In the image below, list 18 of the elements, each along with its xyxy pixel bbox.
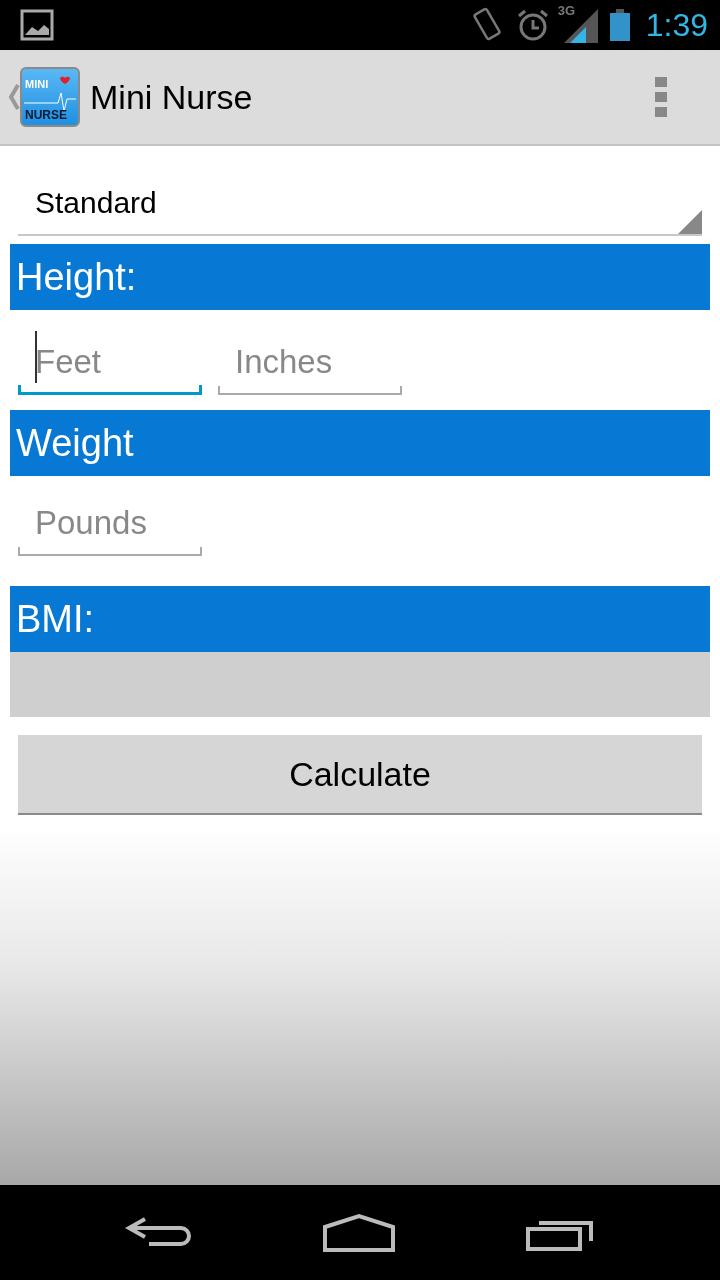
logo-text: NURSE [25, 109, 68, 121]
unit-dropdown[interactable]: Standard [18, 172, 702, 236]
app-logo[interactable]: MINI NURSE [20, 67, 80, 127]
network-label: 3G [557, 3, 576, 18]
section-header: BMI: [10, 586, 710, 652]
logo-text: MINI [25, 79, 50, 90]
overflow-menu-icon[interactable] [655, 77, 667, 117]
app-title: Mini Nurse [90, 77, 254, 117]
section-header: Height: [10, 244, 710, 310]
home-icon[interactable] [322, 1212, 396, 1253]
clock-time: 1:39 [645, 6, 708, 44]
vibrate-icon [471, 7, 504, 43]
section-header: Weight [10, 410, 710, 476]
dropdown-corner-icon [678, 210, 702, 234]
calculate-button[interactable]: Calculate [18, 735, 702, 815]
picture-icon [20, 9, 54, 41]
alarm-icon [515, 8, 550, 42]
battery-icon [609, 9, 630, 41]
